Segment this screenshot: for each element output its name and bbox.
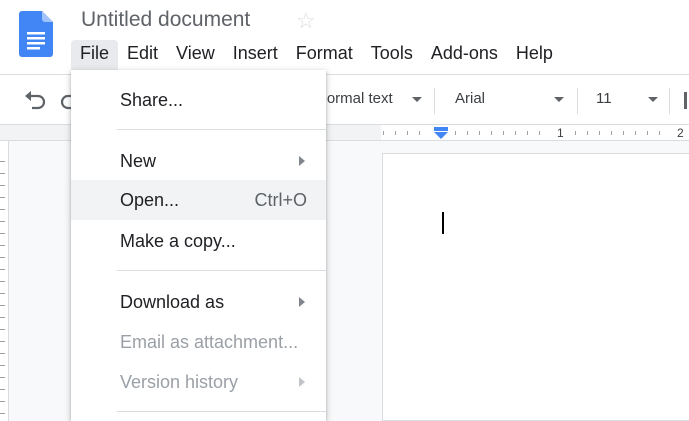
text-cursor — [442, 212, 444, 234]
menu-format[interactable]: Format — [287, 40, 362, 70]
menu-divider — [117, 129, 326, 130]
menu-tools[interactable]: Tools — [362, 40, 422, 70]
font-chevron-down-icon[interactable] — [554, 97, 564, 102]
horizontal-ruler[interactable]: 1 2 — [381, 125, 689, 141]
menu-item-make-a-copy[interactable]: Make a copy... — [71, 221, 326, 261]
google-docs-logo-icon[interactable] — [19, 11, 53, 57]
indent-marker-icon[interactable] — [434, 127, 448, 139]
menu-item-label: Version history — [120, 372, 239, 392]
style-chevron-down-icon[interactable] — [412, 97, 422, 102]
menu-item-label: New — [120, 151, 157, 171]
menu-item-label: Email as attachment... — [120, 332, 299, 352]
menu-help[interactable]: Help — [507, 40, 562, 70]
toolbar-divider — [669, 88, 670, 114]
menu-file[interactable]: File — [71, 40, 119, 70]
star-outline-icon[interactable]: ☆ — [296, 8, 316, 34]
bold-icon[interactable] — [684, 92, 687, 109]
menu-item-label: Make a copy... — [120, 231, 236, 251]
toolbar-divider — [577, 88, 578, 114]
ruler-label: 1 — [557, 126, 564, 140]
menu-item-share[interactable]: Share... — [71, 80, 326, 120]
menu-add-ons[interactable]: Add-ons — [422, 40, 507, 70]
menu-item-label: Open... — [120, 190, 180, 210]
menu-divider — [117, 270, 326, 271]
submenu-arrow-icon — [299, 297, 305, 307]
menu-item-label: Share... — [120, 90, 184, 110]
menu-item-shortcut: Ctrl+O — [254, 190, 307, 210]
toolbar-divider — [434, 88, 435, 114]
menu-edit[interactable]: Edit — [118, 40, 167, 70]
undo-icon[interactable] — [24, 90, 46, 110]
menu-item-version-history[interactable]: Version history — [71, 362, 326, 402]
menu-item-label: Download as — [120, 292, 225, 312]
menu-item-download-as[interactable]: Download as — [71, 282, 326, 322]
menu-bar: File Edit View Insert Format Tools Add-o… — [71, 40, 562, 70]
app-header: Untitled document ☆ File Edit View Inser… — [0, 0, 689, 74]
menu-divider — [117, 411, 326, 412]
menu-view[interactable]: View — [167, 40, 224, 70]
document-page[interactable] — [382, 153, 689, 421]
size-chevron-down-icon[interactable] — [648, 97, 658, 102]
font-family-select[interactable]: Arial — [455, 90, 485, 107]
submenu-arrow-icon — [299, 156, 305, 166]
menu-item-new[interactable]: New — [71, 141, 326, 181]
paragraph-style-select[interactable]: Normal text — [316, 90, 393, 107]
vertical-ruler[interactable] — [0, 141, 9, 421]
menu-item-email-as-attachment[interactable]: Email as attachment... — [71, 322, 326, 362]
menu-insert[interactable]: Insert — [224, 40, 287, 70]
ruler-label: 2 — [677, 126, 684, 140]
submenu-arrow-icon — [299, 377, 305, 387]
document-title[interactable]: Untitled document — [81, 8, 250, 32]
file-menu-dropdown: Share... New Open... Ctrl+O Make a copy.… — [71, 70, 326, 421]
font-size-select[interactable]: 11 — [596, 90, 612, 107]
menu-item-open[interactable]: Open... Ctrl+O — [71, 180, 326, 220]
